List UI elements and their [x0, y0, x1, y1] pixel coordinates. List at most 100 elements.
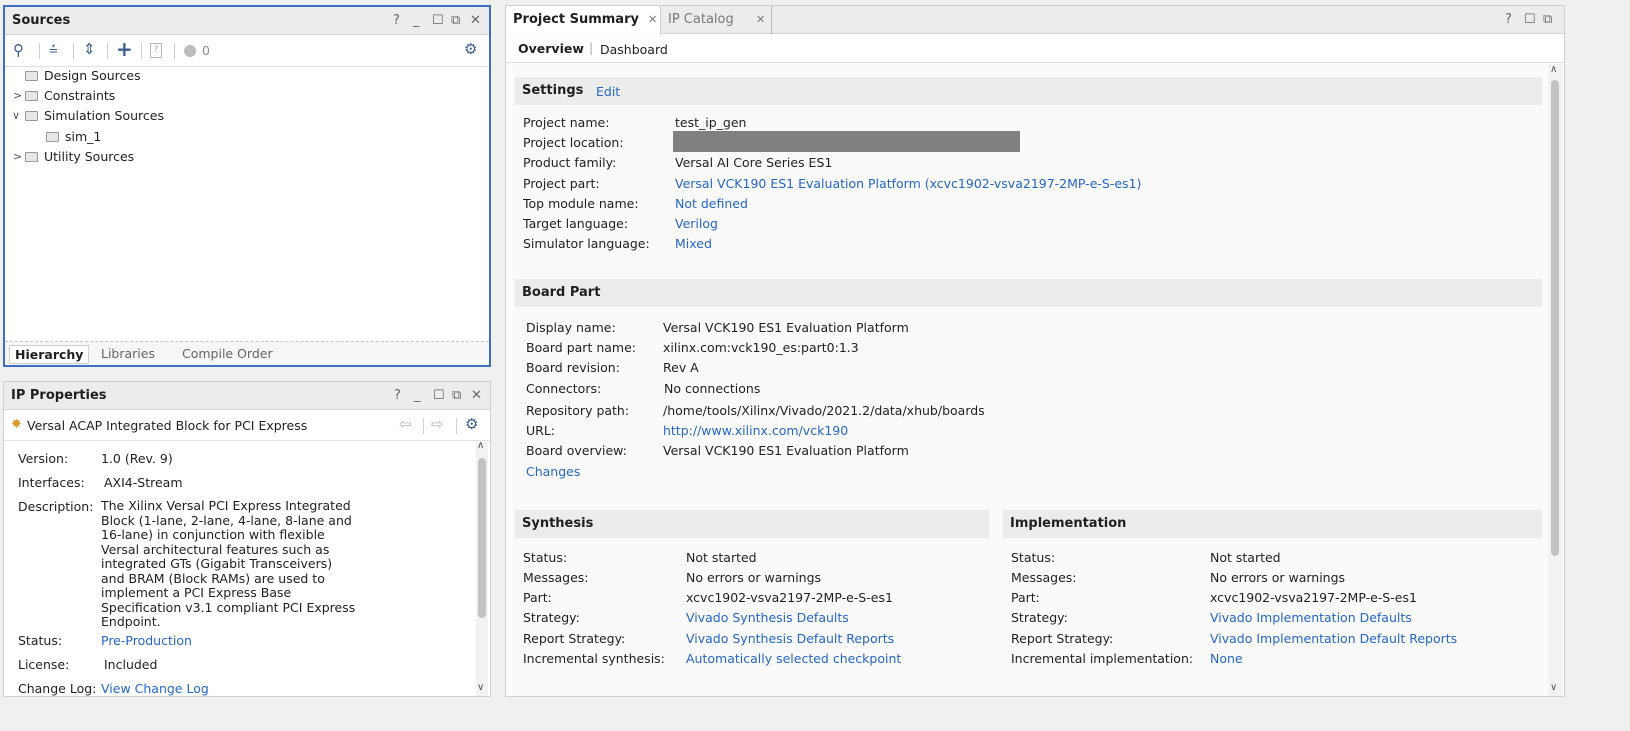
status-label: Status:: [18, 633, 63, 648]
project-location-redacted: [673, 131, 1020, 152]
tree-item-constraints[interactable]: Constraints: [25, 88, 115, 103]
subtab-dashboard[interactable]: Dashboard: [600, 42, 668, 57]
maximize-icon[interactable]: ☐: [432, 13, 444, 28]
board-url-link[interactable]: http://www.xilinx.com/vck190: [663, 423, 848, 438]
folder-icon: [25, 71, 38, 81]
synthesis-section-header: Synthesis: [515, 510, 989, 538]
float-icon[interactable]: ⧉: [451, 13, 460, 28]
description-label: Description:: [18, 499, 94, 514]
changelog-label: Change Log:: [18, 681, 97, 696]
source-info-icon[interactable]: ?: [150, 43, 162, 58]
tab-hierarchy[interactable]: Hierarchy: [9, 345, 90, 364]
target-language-link[interactable]: Verilog: [675, 216, 718, 231]
interfaces-value: AXI4-Stream: [104, 475, 183, 490]
sources-toolbar: ⚲ ⩮ ⇕ + ? 0 ⚙: [5, 36, 489, 67]
synthesis-strategy-link[interactable]: Vivado Synthesis Defaults: [686, 610, 849, 625]
scroll-down-icon[interactable]: ∨: [477, 682, 484, 693]
license-label: License:: [18, 657, 70, 672]
project-name-value: test_ip_gen: [675, 115, 747, 130]
help-icon[interactable]: ?: [394, 388, 401, 403]
ip-properties-title: IP Properties: [11, 388, 107, 403]
tree-item-simulation-sources[interactable]: Simulation Sources: [25, 108, 164, 123]
version-value: 1.0 (Rev. 9): [101, 451, 173, 466]
board-changes-link[interactable]: Changes: [526, 464, 580, 479]
settings-section-header: Settings Edit: [515, 77, 1542, 105]
ip-header: ✸ Versal ACAP Integrated Block for PCI E…: [4, 411, 490, 441]
implementation-strategy-link[interactable]: Vivado Implementation Defaults: [1210, 610, 1412, 625]
description-text: The Xilinx Versal PCI Express Integrated…: [101, 498, 356, 629]
expand-all-icon[interactable]: ⇕: [83, 40, 96, 58]
forward-arrow-icon[interactable]: ⇨: [431, 415, 444, 433]
folder-icon: [25, 91, 38, 101]
help-icon[interactable]: ?: [1505, 12, 1512, 27]
sources-title: Sources: [12, 13, 71, 28]
subtab-divider: |: [589, 40, 594, 55]
search-icon[interactable]: ⚲: [13, 41, 24, 59]
close-tab-icon[interactable]: ✕: [648, 13, 657, 26]
main-scrollbar[interactable]: ∧ ∨: [1548, 64, 1562, 696]
tab-ip-catalog[interactable]: IP Catalog ✕: [662, 6, 772, 34]
changelog-link[interactable]: View Change Log: [101, 681, 209, 696]
close-tab-icon[interactable]: ✕: [756, 13, 765, 26]
subtab-bar: Overview | Dashboard: [506, 35, 1564, 63]
scroll-thumb[interactable]: [1551, 80, 1559, 556]
maximize-icon[interactable]: ☐: [433, 388, 445, 403]
sources-title-bar: Sources ? _ ☐ ⧉ ✕: [5, 7, 489, 35]
scroll-down-icon[interactable]: ∨: [1550, 682, 1557, 693]
top-module-link[interactable]: Not defined: [675, 196, 748, 211]
interfaces-label: Interfaces:: [18, 475, 85, 490]
ip-properties-scrollbar[interactable]: ∧ ∨: [476, 440, 488, 696]
close-icon[interactable]: ✕: [471, 388, 482, 403]
main-panel: Project Summary ✕ IP Catalog ✕ ? ☐ ⧉ Ove…: [505, 5, 1565, 697]
help-icon[interactable]: ?: [393, 13, 400, 28]
back-arrow-icon[interactable]: ⇦: [399, 415, 412, 433]
incremental-synthesis-link[interactable]: Automatically selected checkpoint: [686, 651, 901, 666]
main-tab-bar: Project Summary ✕ IP Catalog ✕ ? ☐ ⧉: [506, 6, 1564, 34]
settings-edit-link[interactable]: Edit: [596, 84, 620, 99]
board-part-section-header: Board Part: [515, 279, 1542, 307]
scroll-up-icon[interactable]: ∧: [1550, 64, 1557, 75]
chevron-down-icon[interactable]: ∨: [12, 109, 20, 122]
tab-libraries[interactable]: Libraries: [101, 346, 155, 361]
implementation-report-strategy-link[interactable]: Vivado Implementation Default Reports: [1210, 631, 1457, 646]
tab-project-summary[interactable]: Project Summary ✕: [506, 6, 661, 34]
chevron-right-icon[interactable]: >: [13, 150, 22, 163]
synthesis-report-strategy-link[interactable]: Vivado Synthesis Default Reports: [686, 631, 894, 646]
add-sources-icon[interactable]: +: [116, 37, 133, 61]
folder-icon: [25, 111, 38, 121]
ip-properties-title-bar: IP Properties ? _ ☐ ⧉ ✕: [4, 382, 490, 410]
license-value: Included: [104, 657, 158, 672]
minimize-icon[interactable]: _: [413, 13, 420, 28]
version-label: Version:: [18, 451, 69, 466]
collapse-all-icon[interactable]: ⩮: [49, 40, 58, 58]
tree-item-utility-sources[interactable]: Utility Sources: [25, 149, 134, 164]
sources-bottom-tabs: Hierarchy Libraries Compile Order: [5, 341, 489, 365]
folder-icon: [46, 132, 59, 142]
float-icon[interactable]: ⧉: [452, 388, 461, 403]
tree-item-design-sources[interactable]: Design Sources: [25, 68, 141, 83]
minimize-icon[interactable]: _: [414, 388, 421, 403]
implementation-section-header: Implementation: [1003, 510, 1542, 538]
status-dot-icon: [184, 45, 196, 57]
maximize-icon[interactable]: ☐: [1524, 12, 1536, 27]
chevron-right-icon[interactable]: >: [13, 89, 22, 102]
project-part-link[interactable]: Versal VCK190 ES1 Evaluation Platform (x…: [675, 176, 1141, 191]
ip-name: Versal ACAP Integrated Block for PCI Exp…: [27, 418, 308, 433]
scroll-up-icon[interactable]: ∧: [477, 440, 484, 451]
tab-compile-order[interactable]: Compile Order: [182, 346, 273, 361]
status-link[interactable]: Pre-Production: [101, 633, 192, 648]
folder-icon: [25, 152, 38, 162]
float-icon[interactable]: ⧉: [1543, 12, 1552, 27]
ip-core-icon: ✸: [11, 417, 22, 432]
gear-icon[interactable]: ⚙: [464, 40, 477, 58]
ip-properties-panel: IP Properties ? _ ☐ ⧉ ✕ ✸ Versal ACAP In…: [3, 381, 491, 697]
simulator-language-link[interactable]: Mixed: [675, 236, 712, 251]
subtab-overview[interactable]: Overview: [518, 41, 584, 56]
status-count: 0: [202, 43, 210, 58]
tree-item-sim-1[interactable]: sim_1: [46, 129, 101, 144]
gear-icon[interactable]: ⚙: [465, 415, 478, 433]
close-icon[interactable]: ✕: [470, 13, 481, 28]
scroll-thumb[interactable]: [478, 458, 486, 618]
sources-panel: Sources ? _ ☐ ⧉ ✕ ⚲ ⩮ ⇕ + ? 0 ⚙ Design S…: [3, 5, 491, 367]
incremental-implementation-link[interactable]: None: [1210, 651, 1243, 666]
